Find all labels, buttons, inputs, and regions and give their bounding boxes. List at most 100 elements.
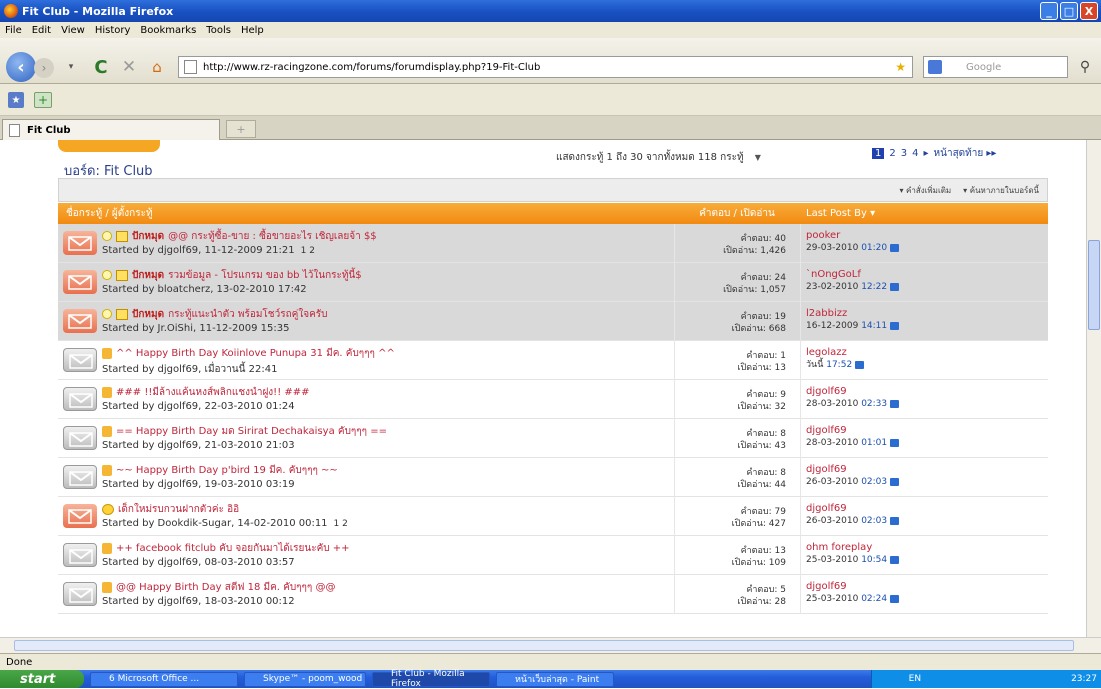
thread-row[interactable]: ปักหมุด @@ กระทู้ซื้อ-ขาย : ซื้อขายอะไร เ…	[58, 224, 1048, 263]
page-4[interactable]: 4	[912, 148, 918, 159]
last-post-user[interactable]: `nOngGoLf	[806, 269, 899, 281]
thread-row[interactable]: เด็กใหม่รบกวนฝากตัวค่ะ อิอิ Started by Do…	[58, 497, 1048, 536]
thread-title-link[interactable]: กระทู้แนะนำตัว พร้อมโชว์รถคู่ใจครับ	[168, 307, 327, 322]
thread-starter[interactable]: Started by bloatcherz, 13-02-2010 17:42	[102, 284, 307, 295]
taskbar-item-office[interactable]: 6 Microsoft Office ...	[90, 671, 238, 687]
bookmark-star-icon[interactable]: ★	[895, 60, 906, 74]
thread-starter[interactable]: Started by djgolf69, 19-03-2010 03:19	[102, 479, 295, 490]
bookmark-star-icon[interactable]: ★	[8, 92, 24, 108]
thread-title-link[interactable]: รวมข้อมูล - โปรแกรม ของ bb ไว้ในกระทู้นี…	[168, 268, 362, 283]
thread-row[interactable]: ++ facebook fitclub คับ จอยกันมาได้เรยนะ…	[58, 536, 1048, 575]
last-post-user[interactable]: legolazz	[806, 347, 864, 359]
start-button[interactable]: start	[0, 670, 84, 688]
thread-starter[interactable]: Started by Dookdik-Sugar, 14-02-2010 00:…	[102, 518, 328, 529]
status-bar: Done	[0, 653, 1101, 670]
go-to-last-post-icon[interactable]	[890, 555, 900, 564]
go-to-last-post-icon[interactable]	[890, 477, 900, 486]
thread-starter[interactable]: Started by djgolf69, 21-03-2010 21:03	[102, 440, 295, 451]
menu-history[interactable]: History	[90, 25, 136, 36]
thread-row[interactable]: == Happy Birth Day มด Sirirat Dechakaisy…	[58, 419, 1048, 458]
reload-icon[interactable]: C	[90, 56, 112, 78]
language-indicator[interactable]: EN	[909, 674, 921, 684]
last-post-user[interactable]: l2abbizz	[806, 308, 899, 320]
horizontal-scrollbar[interactable]	[0, 637, 1101, 653]
menu-view[interactable]: View	[56, 25, 90, 36]
close-button[interactable]: X	[1080, 2, 1098, 20]
last-post-user[interactable]: djgolf69	[806, 503, 899, 515]
search-icon[interactable]: ⚲	[1074, 56, 1096, 78]
thread-row[interactable]: @@ Happy Birth Day สตีฟ 18 มีค. คับๆๆๆ @…	[58, 575, 1048, 614]
taskbar-item-skype[interactable]: Skype™ - poom_wood	[244, 671, 366, 687]
page-1[interactable]: 1	[872, 148, 885, 159]
header-last-post[interactable]: Last Post By ▾	[800, 208, 875, 219]
search-field[interactable]: Google	[923, 56, 1068, 78]
header-stats[interactable]: คำตอบ / เปิดอ่าน	[674, 206, 800, 221]
thread-starter[interactable]: Started by djgolf69, 22-03-2010 01:24	[102, 401, 295, 412]
thread-row[interactable]: ปักหมุด กระทู้แนะนำตัว พร้อมโชว์รถคู่ใจคร…	[58, 302, 1048, 341]
last-post-user[interactable]: ohm foreplay	[806, 542, 899, 554]
add-tab-icon[interactable]: +	[34, 92, 52, 108]
go-to-last-post-icon[interactable]	[890, 321, 900, 330]
history-dropdown-icon[interactable]: ▾	[64, 60, 78, 74]
vertical-scrollbar[interactable]	[1086, 140, 1101, 637]
thread-starter[interactable]: Started by djgolf69, 08-03-2010 03:57	[102, 557, 295, 568]
tab-fit-club[interactable]: Fit Club	[2, 119, 220, 140]
url-field[interactable]: http://www.rz-racingzone.com/forums/foru…	[178, 56, 913, 78]
last-post-user[interactable]: djgolf69	[806, 386, 899, 398]
thread-title-link[interactable]: @@ Happy Birth Day สตีฟ 18 มีค. คับๆๆๆ @…	[116, 580, 335, 595]
last-post-user[interactable]: djgolf69	[806, 464, 899, 476]
back-button[interactable]: ‹	[6, 52, 36, 82]
thread-row[interactable]: ปักหมุด รวมข้อมูล - โปรแกรม ของ bb ไว้ในก…	[58, 263, 1048, 302]
thread-row[interactable]: ^^ Happy Birth Day Koiinlove Punupa 31 ม…	[58, 341, 1048, 380]
thread-pages[interactable]: 1 2	[301, 246, 315, 256]
search-forum-menu[interactable]: ▾ ค้นหาภายในบอร์ดนี้	[963, 184, 1039, 197]
next-page-link[interactable]: ▸	[924, 148, 929, 159]
home-icon[interactable]: ⌂	[146, 56, 168, 78]
go-to-last-post-icon[interactable]	[890, 438, 900, 447]
thread-starter[interactable]: Started by djgolf69, 11-12-2009 21:21	[102, 245, 295, 256]
thread-starter[interactable]: Started by Jr.OiShi, 11-12-2009 15:35	[102, 323, 289, 334]
thread-title-link[interactable]: == Happy Birth Day มด Sirirat Dechakaisy…	[116, 424, 387, 439]
taskbar-item-paint[interactable]: หน้าเว็บล่าสุด - Paint	[496, 671, 614, 687]
thread-pages[interactable]: 1 2	[334, 519, 348, 529]
go-to-last-post-icon[interactable]	[890, 282, 900, 291]
go-to-last-post-icon[interactable]	[890, 516, 900, 525]
go-to-last-post-icon[interactable]	[890, 399, 900, 408]
thread-title-link[interactable]: ### !!มีล้างแค้นหงส์พลิกแชงนำฝูง!! ###	[116, 385, 310, 400]
menu-edit[interactable]: Edit	[27, 25, 56, 36]
go-to-last-post-icon[interactable]	[890, 243, 900, 252]
menu-tools[interactable]: Tools	[201, 25, 236, 36]
last-post-user[interactable]: pooker	[806, 230, 899, 242]
thread-title-link[interactable]: @@ กระทู้ซื้อ-ขาย : ซื้อขายอะไร เชิญเลยจ…	[168, 229, 377, 244]
thread-row[interactable]: ### !!มีล้างแค้นหงส์พลิกแชงนำฝูง!! ### St…	[58, 380, 1048, 419]
chevron-down-icon[interactable]: ▼	[755, 153, 761, 162]
last-page-link[interactable]: หน้าสุดท้าย ▸▸	[934, 146, 997, 161]
page-2[interactable]: 2	[889, 148, 895, 159]
last-post-user[interactable]: djgolf69	[806, 425, 899, 437]
menu-file[interactable]: File	[0, 25, 27, 36]
menu-help[interactable]: Help	[236, 25, 269, 36]
taskbar-item-firefox[interactable]: Fit Club - Mozilla Firefox	[372, 669, 490, 689]
thread-title-link[interactable]: ++ facebook fitclub คับ จอยกันมาได้เรยนะ…	[116, 541, 350, 556]
thread-starter[interactable]: Started by djgolf69, 18-03-2010 00:12	[102, 596, 295, 607]
go-to-last-post-icon[interactable]	[855, 360, 865, 369]
last-post-user[interactable]: djgolf69	[806, 581, 899, 593]
more-commands-menu[interactable]: ▾ คำสั่งเพิ่มเติม	[899, 184, 951, 197]
menu-bookmarks[interactable]: Bookmarks	[135, 25, 201, 36]
thread-starter[interactable]: Started by djgolf69, เมื่อวานนี้ 22:41	[102, 364, 277, 375]
maximize-button[interactable]: □	[1060, 2, 1078, 20]
new-tab-button[interactable]: +	[226, 120, 256, 138]
page-3[interactable]: 3	[901, 148, 907, 159]
thread-title-link[interactable]: ~~ Happy Birth Day p'bird 19 มีค. คับๆๆๆ…	[116, 463, 338, 478]
search-engine-icon[interactable]	[928, 60, 942, 74]
thread-row[interactable]: ~~ Happy Birth Day p'bird 19 มีค. คับๆๆๆ…	[58, 458, 1048, 497]
scroll-thumb[interactable]	[14, 640, 1074, 651]
stop-icon[interactable]: ✕	[118, 56, 140, 78]
thread-title-link[interactable]: ^^ Happy Birth Day Koiinlove Punupa 31 ม…	[116, 346, 395, 361]
minimize-button[interactable]: _	[1040, 2, 1058, 20]
go-to-last-post-icon[interactable]	[890, 594, 900, 603]
thread-title-link[interactable]: เด็กใหม่รบกวนฝากตัวค่ะ อิอิ	[118, 502, 239, 517]
forward-button[interactable]: ›	[34, 58, 54, 78]
header-thread[interactable]: ชื่อกระทู้ / ผู้ตั้งกระทู้	[58, 206, 674, 221]
scroll-thumb[interactable]	[1088, 240, 1100, 330]
